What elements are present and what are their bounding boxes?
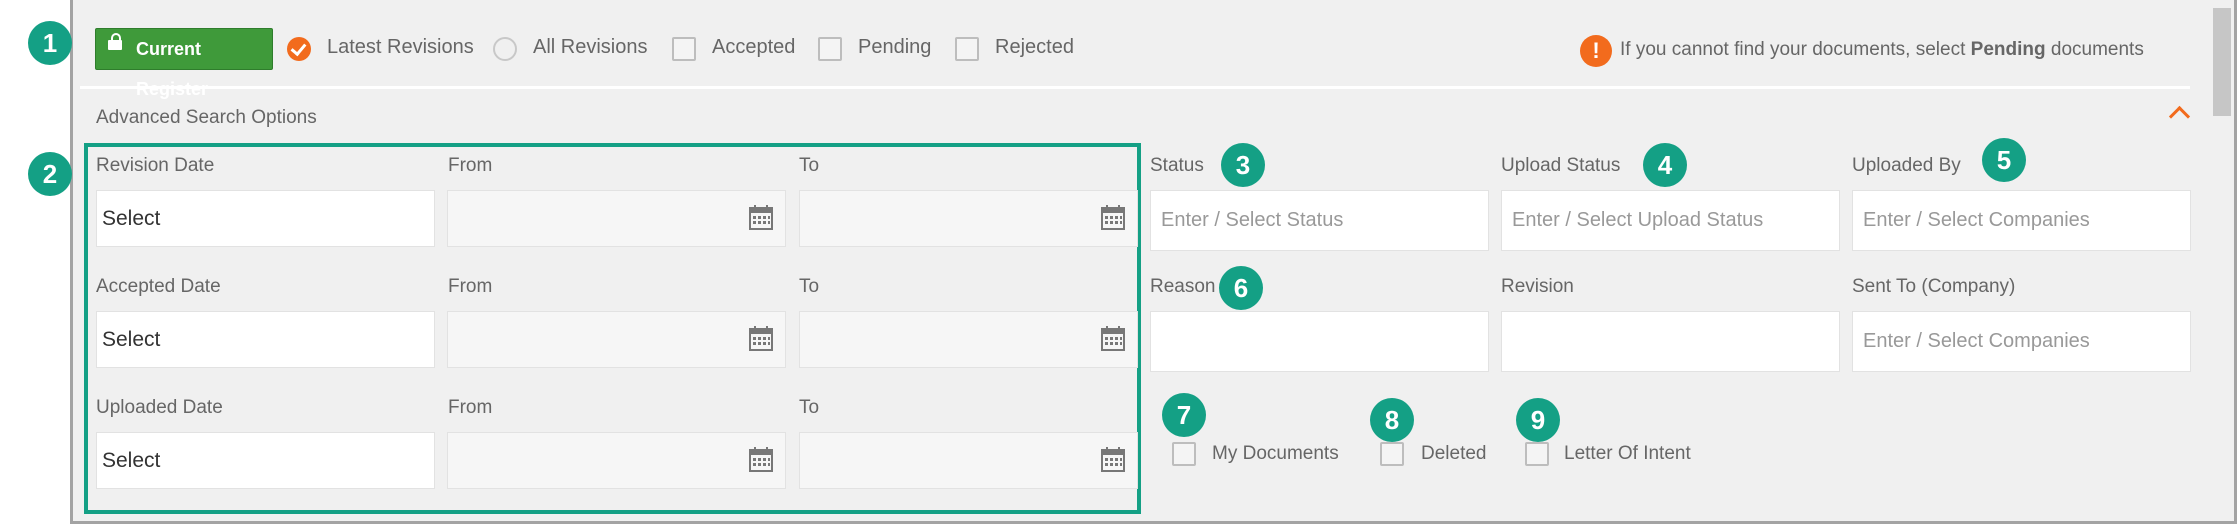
revision-from-label: From xyxy=(448,155,493,176)
callout-2: 2 xyxy=(28,152,72,196)
letter-of-intent-checkbox[interactable] xyxy=(1525,442,1549,466)
accepted-checkbox[interactable] xyxy=(672,37,696,61)
calendar-icon[interactable] xyxy=(749,325,773,351)
uploaded-by-label: Uploaded By xyxy=(1852,155,1961,176)
callout-6: 6 xyxy=(1219,266,1263,310)
uploaded-to-label: To xyxy=(799,397,820,418)
scrollbar-thumb[interactable] xyxy=(2213,8,2231,116)
revision-input[interactable] xyxy=(1501,311,1840,372)
accepted-date-select[interactable]: Select xyxy=(96,311,435,368)
reason-input[interactable] xyxy=(1150,311,1489,372)
accepted-to-label: To xyxy=(799,276,820,297)
rejected-label: Rejected xyxy=(995,36,1074,58)
uploaded-from-label: From xyxy=(448,397,493,418)
deleted-checkbox[interactable] xyxy=(1380,442,1404,466)
callout-5: 5 xyxy=(1982,138,2026,182)
upload-status-input[interactable]: Enter / Select Upload Status xyxy=(1501,190,1840,251)
pending-label: Pending xyxy=(858,36,932,58)
callout-8: 8 xyxy=(1370,398,1414,442)
all-revisions-radio[interactable] xyxy=(493,37,517,61)
advanced-search-title: Advanced Search Options xyxy=(96,107,317,128)
revision-date-label: Revision Date xyxy=(96,155,215,176)
callout-4: 4 xyxy=(1643,143,1687,187)
warning-icon: ! xyxy=(1580,35,1612,67)
accepted-date-label: Accepted Date xyxy=(96,276,221,297)
pending-checkbox[interactable] xyxy=(818,37,842,61)
revision-to-label: To xyxy=(799,155,820,176)
notice-bold: Pending xyxy=(1970,39,2046,60)
status-input[interactable]: Enter / Select Status xyxy=(1150,190,1489,251)
accepted-from-label: From xyxy=(448,276,493,297)
accepted-to-input[interactable] xyxy=(799,311,1138,368)
uploaded-from-input[interactable] xyxy=(447,432,786,489)
calendar-icon[interactable] xyxy=(1101,446,1125,472)
revision-from-input[interactable] xyxy=(447,190,786,247)
calendar-icon[interactable] xyxy=(1101,325,1125,351)
deleted-label: Deleted xyxy=(1421,443,1487,464)
current-register-button[interactable]: Current Register xyxy=(95,28,273,99)
callout-7: 7 xyxy=(1162,393,1206,437)
notice-suffix: documents xyxy=(2045,39,2144,60)
sent-to-label: Sent To (Company) xyxy=(1852,276,2016,297)
status-label: Status xyxy=(1150,155,1204,176)
my-documents-label: My Documents xyxy=(1212,443,1339,464)
all-revisions-label: All Revisions xyxy=(533,36,648,58)
calendar-icon[interactable] xyxy=(749,446,773,472)
current-register-label: Current Register xyxy=(136,39,209,99)
latest-revisions-radio[interactable] xyxy=(287,37,311,61)
lock-icon xyxy=(108,33,122,50)
callout-9: 9 xyxy=(1516,398,1560,442)
revision-date-select[interactable]: Select xyxy=(96,190,435,247)
accepted-from-input[interactable] xyxy=(447,311,786,368)
uploaded-to-input[interactable] xyxy=(799,432,1138,489)
uploaded-by-input[interactable]: Enter / Select Companies xyxy=(1852,190,2191,251)
sent-to-input[interactable]: Enter / Select Companies xyxy=(1852,311,2191,372)
uploaded-date-select[interactable]: Select xyxy=(96,432,435,489)
uploaded-date-label: Uploaded Date xyxy=(96,397,223,418)
revision-to-input[interactable] xyxy=(799,190,1138,247)
calendar-icon[interactable] xyxy=(1101,204,1125,230)
rejected-checkbox[interactable] xyxy=(955,37,979,61)
revision-label: Revision xyxy=(1501,276,1574,297)
callout-1: 1 xyxy=(28,21,72,65)
reason-label: Reason xyxy=(1150,276,1216,297)
divider xyxy=(80,86,2190,89)
upload-status-label: Upload Status xyxy=(1501,155,1621,176)
notice-prefix: If you cannot find your documents, selec… xyxy=(1620,39,1971,60)
letter-of-intent-label: Letter Of Intent xyxy=(1564,443,1691,464)
my-documents-checkbox[interactable] xyxy=(1172,442,1196,466)
accepted-label: Accepted xyxy=(712,36,796,58)
calendar-icon[interactable] xyxy=(749,204,773,230)
pending-notice: If you cannot find your documents, selec… xyxy=(1620,39,2144,61)
callout-3: 3 xyxy=(1221,143,1265,187)
latest-revisions-label: Latest Revisions xyxy=(327,36,474,58)
